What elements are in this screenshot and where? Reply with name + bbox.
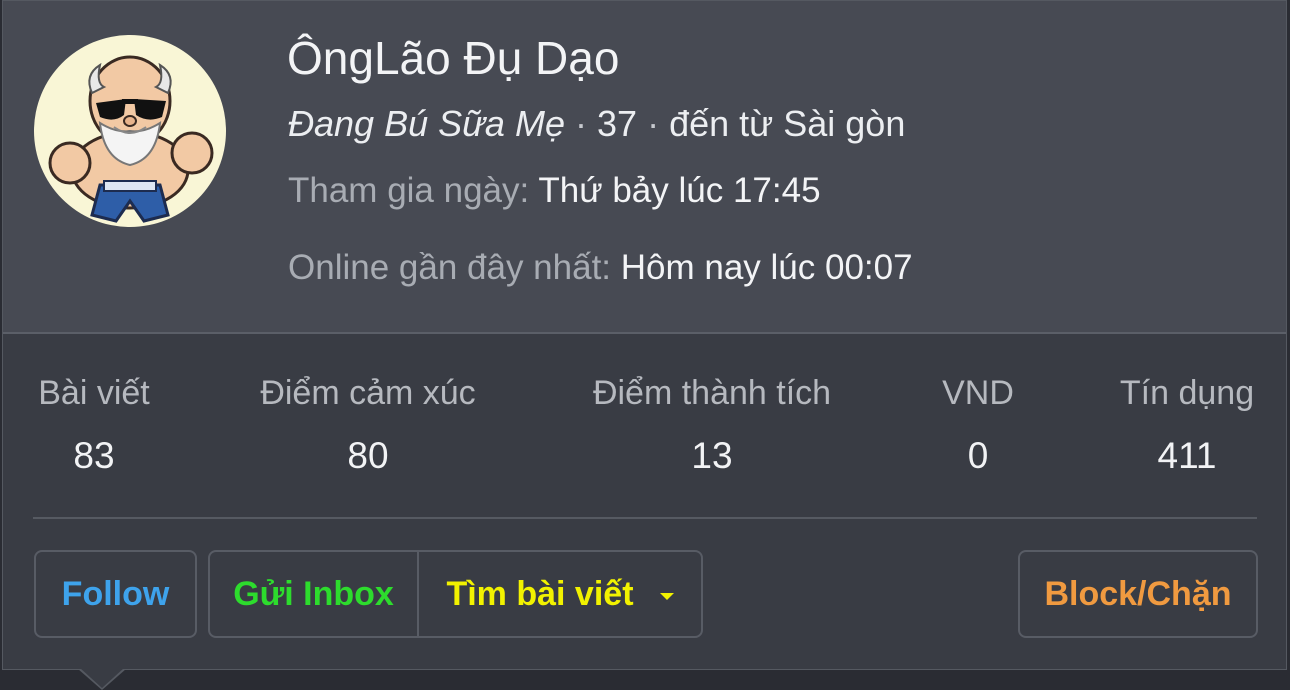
divider xyxy=(33,517,1257,519)
profile-header: ÔngLão Đụ Dạo Đang Bú Sữa Mẹ · 37 · đến … xyxy=(3,1,1286,334)
stat-credit[interactable]: Tín dụng 411 xyxy=(1115,374,1259,477)
stat-trophy-points[interactable]: Điểm thành tích 13 xyxy=(585,374,839,477)
stat-label: Bài viết xyxy=(38,374,150,412)
stat-label: VND xyxy=(942,374,1014,412)
tooltip-pointer xyxy=(80,668,124,688)
stat-value: 0 xyxy=(967,435,989,476)
member-name[interactable]: ÔngLão Đụ Dạo xyxy=(287,31,619,85)
member-info-line: Đang Bú Sữa Mẹ · 37 · đến từ Sài gòn xyxy=(288,103,905,145)
stat-value: 80 xyxy=(347,435,389,476)
member-status: Đang Bú Sữa Mẹ xyxy=(288,103,565,144)
stat-label: Điểm thành tích xyxy=(592,374,832,412)
stat-vnd[interactable]: VND 0 xyxy=(939,374,1017,477)
follow-button[interactable]: Follow xyxy=(34,550,197,638)
find-posts-label: Tìm bài viết xyxy=(446,574,634,613)
stat-value: 13 xyxy=(691,435,733,476)
separator: · xyxy=(647,103,660,144)
last-online-label: Online gần đây nhất: xyxy=(288,248,612,287)
caret-down-icon xyxy=(659,592,674,600)
send-inbox-button[interactable]: Gửi Inbox xyxy=(208,550,419,638)
old-master-avatar-icon xyxy=(48,55,214,223)
stat-posts[interactable]: Bài viết 83 xyxy=(35,374,153,477)
avatar[interactable] xyxy=(34,35,226,227)
find-posts-dropdown-button[interactable]: Tìm bài viết xyxy=(417,550,703,638)
stat-value: 411 xyxy=(1157,435,1217,476)
last-online-value: Hôm nay lúc 00:07 xyxy=(620,248,913,287)
separator: · xyxy=(574,103,587,144)
member-age: 37 xyxy=(597,103,638,144)
stat-label: Điểm cảm xúc xyxy=(260,374,476,412)
block-button[interactable]: Block/Chặn xyxy=(1018,550,1258,638)
joined-value: Thứ bảy lúc 17:45 xyxy=(538,171,821,210)
stat-reactions[interactable]: Điểm cảm xúc 80 xyxy=(253,374,483,477)
member-tooltip-card: ÔngLão Đụ Dạo Đang Bú Sữa Mẹ · 37 · đến … xyxy=(2,0,1287,670)
stat-value: 83 xyxy=(73,435,115,476)
last-online-row: Online gần đây nhất: Hôm nay lúc 00:07 xyxy=(288,248,913,288)
joined-row: Tham gia ngày: Thứ bảy lúc 17:45 xyxy=(288,171,821,211)
joined-label: Tham gia ngày: xyxy=(288,171,530,210)
stat-label: Tín dụng xyxy=(1119,374,1255,412)
member-stats: Bài viết 83 Điểm cảm xúc 80 Điểm thành t… xyxy=(3,334,1286,518)
member-location: đến từ Sài gòn xyxy=(669,103,906,144)
